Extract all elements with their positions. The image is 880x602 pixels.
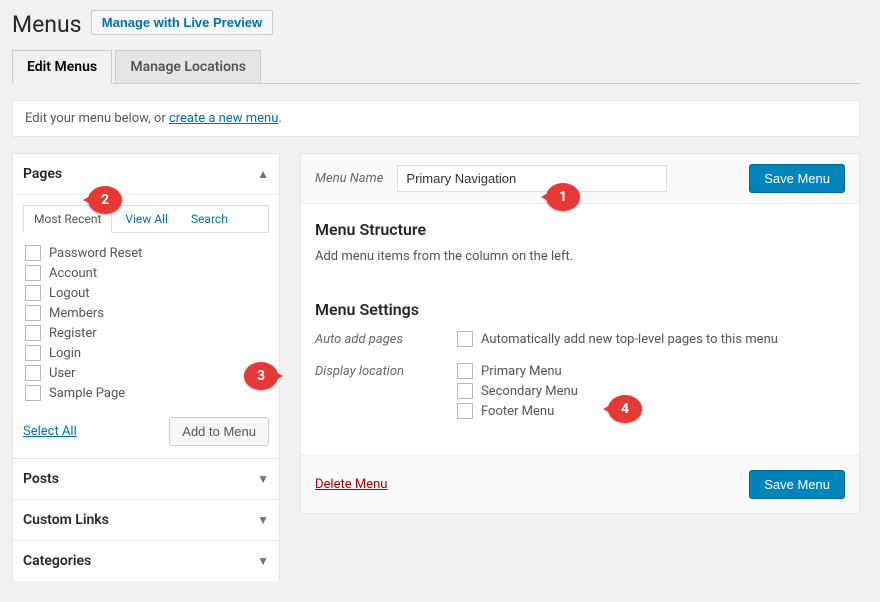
page-item-label: User: [49, 366, 75, 381]
checkbox-icon[interactable]: [25, 305, 41, 321]
checkbox-icon[interactable]: [457, 363, 473, 379]
location-option-primary[interactable]: Primary Menu: [455, 363, 845, 379]
menu-footer: Delete Menu Save Menu: [301, 455, 859, 513]
menu-structure-heading: Menu Structure: [315, 220, 845, 239]
checkbox-icon[interactable]: [25, 265, 41, 281]
delete-menu-link[interactable]: Delete Menu: [315, 477, 387, 492]
location-label: Footer Menu: [481, 404, 554, 419]
menu-header: Menu Name Save Menu: [301, 154, 859, 204]
auto-add-option[interactable]: Automatically add new top-level pages to…: [455, 331, 845, 347]
accordion-categories-title: Categories: [23, 553, 91, 569]
page-item-label: Members: [49, 306, 104, 321]
accordion-custom-links-header[interactable]: Custom Links ▼: [13, 500, 279, 540]
subtab-search[interactable]: Search: [181, 206, 238, 232]
checkbox-icon[interactable]: [457, 383, 473, 399]
accordion-posts: Posts ▼: [12, 458, 280, 500]
page-item-label: Register: [49, 326, 97, 341]
save-menu-button-top[interactable]: Save Menu: [749, 164, 845, 193]
page-item-label: Password Reset: [49, 246, 142, 261]
location-label: Primary Menu: [481, 364, 562, 379]
accordion-custom-links-title: Custom Links: [23, 512, 109, 528]
intro-message: Edit your menu below, or create a new me…: [12, 100, 860, 137]
tab-manage-locations[interactable]: Manage Locations: [115, 50, 261, 83]
checkbox-icon[interactable]: [457, 403, 473, 419]
accordion-categories: Categories ▼: [12, 540, 280, 581]
select-all-link[interactable]: Select All: [23, 424, 77, 439]
accordion-posts-header[interactable]: Posts ▼: [13, 459, 279, 499]
chevron-down-icon: ▼: [257, 472, 269, 486]
display-location-label: Display location: [315, 363, 455, 423]
page-item[interactable]: Members: [23, 303, 269, 323]
page-item-label: Account: [49, 266, 97, 281]
page-title: Menus: [12, 11, 82, 38]
page-item[interactable]: Sample Page: [23, 383, 269, 403]
location-option-secondary[interactable]: Secondary Menu: [455, 383, 845, 399]
checkbox-icon[interactable]: [25, 365, 41, 381]
page-item[interactable]: Register: [23, 323, 269, 343]
checkbox-icon[interactable]: [25, 245, 41, 261]
annotation-balloon-4: 4: [608, 395, 642, 423]
page-item[interactable]: Logout: [23, 283, 269, 303]
accordion-column: Pages ▲ Most Recent View All Search Pass…: [12, 153, 280, 581]
checkbox-icon[interactable]: [25, 285, 41, 301]
checkbox-icon[interactable]: [25, 345, 41, 361]
page-wrap: Menus Manage with Live Preview Edit Menu…: [12, 10, 860, 581]
page-item-label: Sample Page: [49, 386, 125, 401]
page-item-label: Logout: [49, 286, 90, 301]
accordion-pages-title: Pages: [23, 166, 62, 182]
auto-add-option-label: Automatically add new top-level pages to…: [481, 332, 778, 347]
checkbox-icon[interactable]: [25, 325, 41, 341]
chevron-down-icon: ▼: [257, 513, 269, 527]
menu-edit-panel: Menu Name Save Menu Menu Structure Add m…: [300, 153, 860, 514]
checkbox-icon[interactable]: [457, 331, 473, 347]
add-to-menu-button[interactable]: Add to Menu: [169, 417, 269, 446]
checkbox-icon[interactable]: [25, 385, 41, 401]
pages-list: Password Reset Account Logout Members Re…: [23, 239, 269, 407]
nav-tabs: Edit Menus Manage Locations: [12, 50, 860, 84]
menu-structure-help: Add menu items from the column on the le…: [315, 249, 845, 264]
chevron-down-icon: ▼: [257, 554, 269, 568]
save-menu-button-bottom[interactable]: Save Menu: [749, 470, 845, 499]
accordion-categories-header[interactable]: Categories ▼: [13, 541, 279, 581]
page-item[interactable]: Password Reset: [23, 243, 269, 263]
create-new-menu-link[interactable]: create a new menu: [169, 111, 278, 126]
subtab-view-all[interactable]: View All: [115, 206, 178, 232]
auto-add-pages-label: Auto add pages: [315, 331, 455, 351]
accordion-posts-title: Posts: [23, 471, 59, 487]
page-item[interactable]: Login: [23, 343, 269, 363]
annotation-balloon-1: 1: [546, 183, 580, 211]
page-item[interactable]: User: [23, 363, 269, 383]
chevron-up-icon: ▲: [257, 167, 269, 181]
location-option-footer[interactable]: Footer Menu: [455, 403, 845, 419]
intro-prefix: Edit your menu below, or: [25, 111, 169, 126]
page-item[interactable]: Account: [23, 263, 269, 283]
location-label: Secondary Menu: [481, 384, 578, 399]
tab-edit-menus[interactable]: Edit Menus: [12, 50, 112, 84]
accordion-custom-links: Custom Links ▼: [12, 499, 280, 541]
live-preview-button[interactable]: Manage with Live Preview: [91, 10, 273, 35]
annotation-balloon-2: 2: [88, 186, 122, 214]
accordion-pages-header[interactable]: Pages ▲: [13, 154, 279, 194]
pages-subtabs: Most Recent View All Search: [23, 205, 269, 233]
menu-settings-heading: Menu Settings: [315, 300, 845, 319]
annotation-balloon-3: 3: [244, 362, 278, 390]
accordion-pages: Pages ▲ Most Recent View All Search Pass…: [12, 153, 280, 459]
menu-name-label: Menu Name: [315, 171, 383, 186]
intro-suffix: .: [278, 111, 281, 126]
page-item-label: Login: [49, 346, 81, 361]
